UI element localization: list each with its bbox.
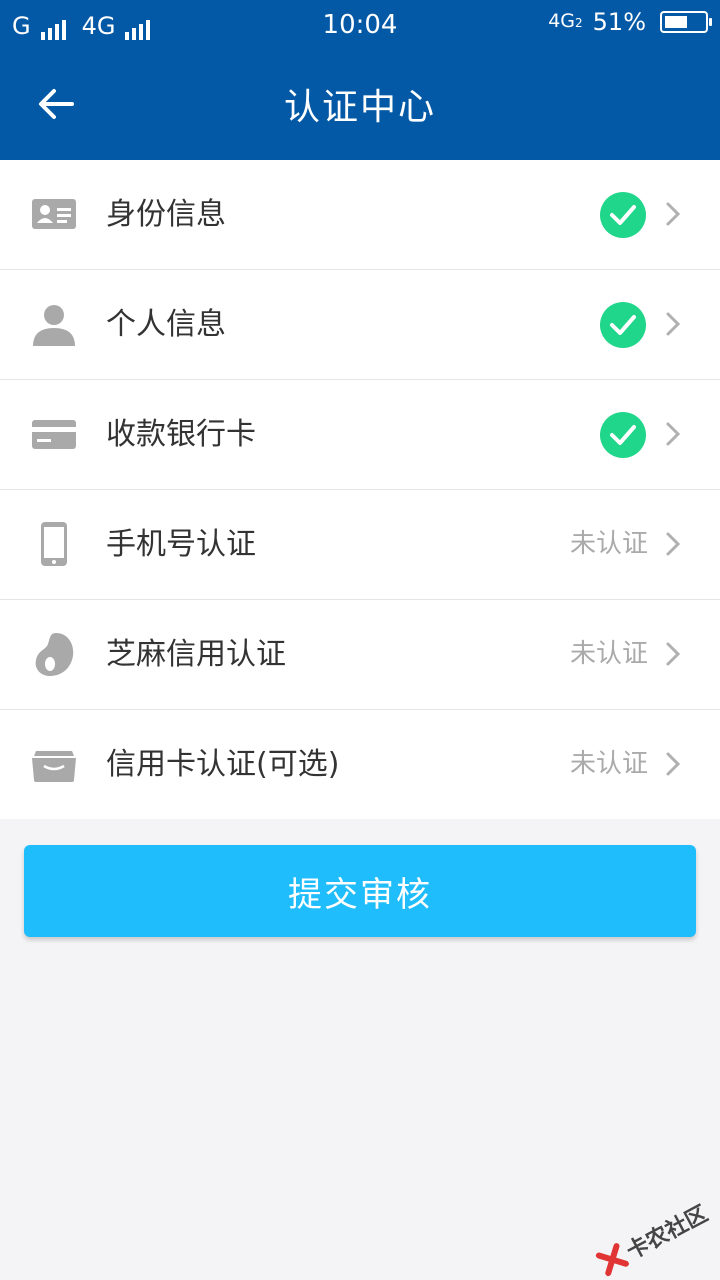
verification-list: 身份信息 个人信息 收款银行卡 手机号认证 未认证 芝麻信用认证 未认证 信用卡… [0,160,720,819]
status-label: 未认证 [569,749,648,779]
chevron-right-icon [666,422,681,446]
network-indicator: 4G2 [548,12,582,32]
id-card-icon [32,199,76,229]
list-item-bank-card[interactable]: 收款银行卡 [0,380,720,490]
sesame-credit-icon [35,633,74,676]
battery-percent: 51% [592,8,646,36]
list-item-personal-info[interactable]: 个人信息 [0,270,720,380]
list-item-id-info[interactable]: 身份信息 [0,160,720,270]
list-item-sesame-credit[interactable]: 芝麻信用认证 未认证 [0,600,720,710]
status-label: 未认证 [569,529,648,559]
chevron-right-icon [666,642,681,666]
item-label: 收款银行卡 [106,417,256,452]
item-label: 信用卡认证(可选) [106,747,340,782]
check-icon [600,412,646,458]
chevron-right-icon [666,532,681,556]
status-bar: G 4G 10:04 4G2 51% [0,0,720,52]
item-label: 手机号认证 [106,527,256,562]
phone-icon [41,522,67,566]
check-icon [600,302,646,348]
battery-icon [660,11,712,33]
list-item-credit-card[interactable]: 信用卡认证(可选) 未认证 [0,710,720,819]
item-label: 芝麻信用认证 [106,637,286,672]
page-title: 认证中心 [283,87,436,128]
submit-review-button[interactable]: 提交审核 [24,845,696,937]
item-label: 个人信息 [106,307,226,342]
status-label: 未认证 [569,639,648,669]
chevron-right-icon [666,752,681,776]
header-bar: G 4G 10:04 4G2 51% 认证中心 [0,0,720,160]
chevron-right-icon [666,312,681,336]
network-sub-label: 2 [575,16,583,30]
watermark-text: 卡农社区 [622,1201,713,1265]
check-icon [600,192,646,238]
person-icon [33,305,75,346]
chevron-right-icon [666,202,681,226]
watermark: 卡农社区 [593,1196,712,1280]
network-label: 4G [548,10,576,32]
status-right: 4G2 51% [548,8,712,36]
list-item-phone[interactable]: 手机号认证 未认证 [0,490,720,600]
item-label: 身份信息 [106,197,226,232]
bank-card-icon [32,420,76,449]
credit-card-icon [32,751,76,782]
battery-fill [665,16,688,28]
